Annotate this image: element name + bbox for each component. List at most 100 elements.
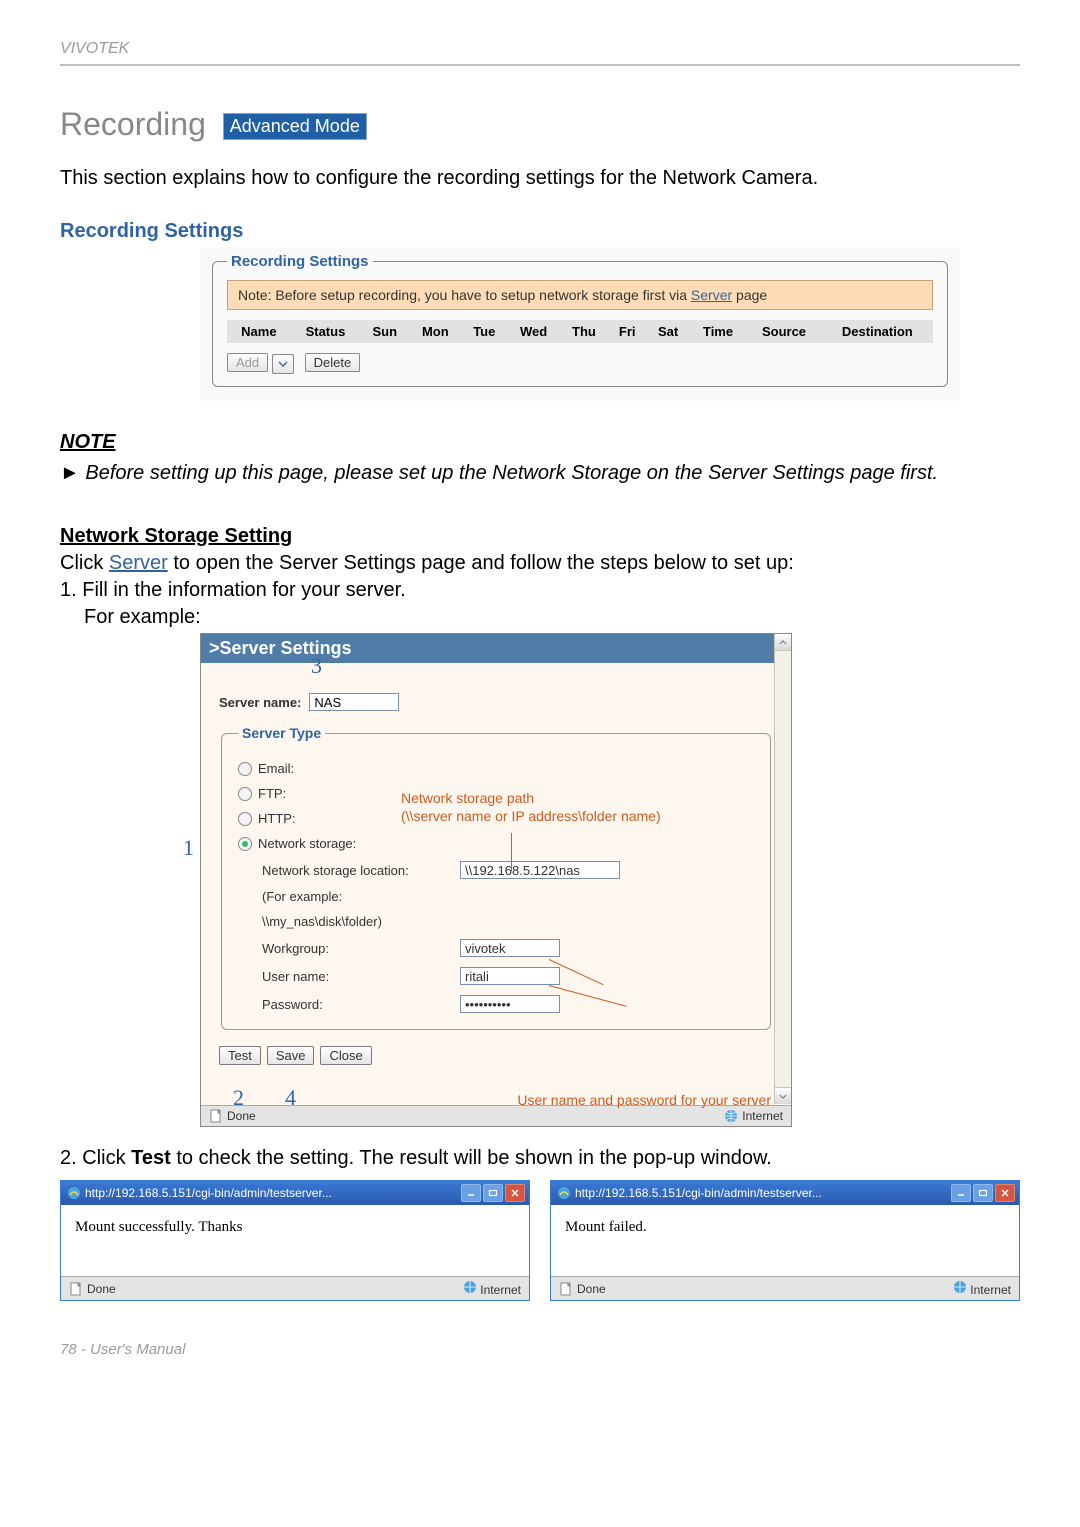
col-mon: Mon <box>409 320 461 343</box>
maximize-icon <box>488 1189 498 1197</box>
popup-comparison: http://192.168.5.151/cgi-bin/admin/tests… <box>60 1180 1020 1301</box>
radio-ns-row[interactable]: Network storage: <box>238 836 754 851</box>
anno-creds: User name and password for your server <box>517 1091 771 1109</box>
minimize-icon <box>466 1189 476 1197</box>
header-brand: VIVOTEK <box>60 40 1020 66</box>
ie-icon <box>67 1186 81 1200</box>
ns-location-input[interactable]: \\192.168.5.122\nas <box>460 861 620 879</box>
minimize-button[interactable] <box>461 1184 481 1202</box>
col-destination: Destination <box>822 320 933 343</box>
page-icon <box>69 1282 83 1296</box>
radio-icon <box>238 762 252 776</box>
ns-example-value: \\my_nas\disk\folder) <box>262 914 382 929</box>
close-button[interactable]: Close <box>320 1046 371 1065</box>
popup-failed-window: http://192.168.5.151/cgi-bin/admin/tests… <box>550 1180 1020 1301</box>
nss-line1-post: to open the Server Settings page and fol… <box>168 552 794 574</box>
close-icon <box>1000 1189 1010 1197</box>
status-done: Done <box>227 1109 256 1123</box>
popup-success-body: Mount successfully. Thanks <box>61 1205 529 1276</box>
section-title: Recording Advanced Mode <box>60 106 1020 143</box>
password-input[interactable]: •••••••••• <box>460 995 560 1013</box>
anno-path-l2: (\\server name or IP address\folder name… <box>401 808 661 824</box>
password-label: Password: <box>262 997 452 1012</box>
maximize-button[interactable] <box>483 1184 503 1202</box>
title-text: Recording <box>60 106 206 142</box>
note-prefix: Note: Before setup recording, you have t… <box>238 287 691 303</box>
col-tue: Tue <box>461 320 507 343</box>
ie-icon <box>557 1186 571 1200</box>
popup-status-zone-2: Internet <box>970 1283 1011 1297</box>
col-name: Name <box>227 320 291 343</box>
recording-note: Note: Before setup recording, you have t… <box>227 280 933 310</box>
server-settings-window: >Server Settings 3 Server name: NAS Serv… <box>200 633 792 1127</box>
chevron-up-icon <box>779 640 787 645</box>
ns-location-label: Network storage location: <box>262 863 452 878</box>
nss-line1: Click Server to open the Server Settings… <box>60 552 1020 575</box>
anno-path: Network storage path (\\server name or I… <box>401 789 661 825</box>
scroll-up-button[interactable] <box>775 634 791 651</box>
status-zone: Internet <box>742 1109 783 1123</box>
note-heading: NOTE <box>60 431 1020 454</box>
server-name-label: Server name: <box>219 695 301 710</box>
recording-settings-fieldset: Recording Settings Note: Before setup re… <box>212 253 948 387</box>
save-button[interactable]: Save <box>267 1046 315 1065</box>
close-icon <box>510 1189 520 1197</box>
maximize-button[interactable] <box>973 1184 993 1202</box>
server-type-fieldset: Server Type Email: FTP: HTTP: Network st… <box>221 725 771 1030</box>
minimize-icon <box>956 1189 966 1197</box>
col-time: Time <box>690 320 747 343</box>
note-marker: ► <box>60 462 80 484</box>
step2-pre: 2. Click <box>60 1147 131 1169</box>
add-button[interactable]: Add <box>227 353 268 372</box>
annotation-3: 3 <box>311 653 322 679</box>
popup-title-2: http://192.168.5.151/cgi-bin/admin/tests… <box>575 1186 822 1200</box>
mode-badge: Advanced Mode <box>223 113 367 140</box>
username-input[interactable]: ritali <box>460 967 560 985</box>
server-settings-header: >Server Settings <box>201 634 791 663</box>
radio-icon <box>238 812 252 826</box>
col-source: Source <box>746 320 821 343</box>
network-storage-heading: Network Storage Setting <box>60 525 1020 548</box>
anno-line <box>511 833 512 871</box>
delete-button[interactable]: Delete <box>305 353 361 372</box>
col-wed: Wed <box>507 320 560 343</box>
step2-post: to check the setting. The result will be… <box>171 1147 772 1169</box>
popup-statusbar: Done Internet <box>551 1276 1019 1300</box>
radio-ftp-label: FTP: <box>258 786 286 801</box>
maximize-icon <box>978 1189 988 1197</box>
server-link[interactable]: Server <box>691 287 732 303</box>
recording-settings-heading: Recording Settings <box>60 220 1020 243</box>
col-fri: Fri <box>608 320 646 343</box>
radio-email-row[interactable]: Email: <box>238 761 754 776</box>
workgroup-input[interactable]: vivotek <box>460 939 560 957</box>
page-footer: 78 - User's Manual <box>60 1341 1020 1358</box>
radio-http-label: HTTP: <box>258 811 296 826</box>
col-sun: Sun <box>360 320 409 343</box>
nss-forexample: For example: <box>84 606 1020 629</box>
recording-table: Name Status Sun Mon Tue Wed Thu Fri Sat … <box>227 320 933 343</box>
col-status: Status <box>291 320 361 343</box>
ns-example-label: (For example: <box>262 889 342 904</box>
note-suffix: page <box>732 287 767 303</box>
close-window-button[interactable] <box>995 1184 1015 1202</box>
password-row: Password: •••••••••• <box>262 995 754 1013</box>
server-name-input[interactable]: NAS <box>309 693 399 711</box>
anno-path-l1: Network storage path <box>401 790 534 806</box>
recording-button-row: Add Delete <box>227 353 933 374</box>
server-link-body[interactable]: Server <box>109 552 168 574</box>
minimize-button[interactable] <box>951 1184 971 1202</box>
workgroup-label: Workgroup: <box>262 941 452 956</box>
popup-title: http://192.168.5.151/cgi-bin/admin/tests… <box>85 1186 332 1200</box>
radio-email-label: Email: <box>258 761 294 776</box>
col-thu: Thu <box>560 320 608 343</box>
close-window-button[interactable] <box>505 1184 525 1202</box>
internet-icon <box>953 1280 967 1294</box>
page-icon <box>559 1282 573 1296</box>
intro-text: This section explains how to configure t… <box>60 167 1020 190</box>
workgroup-row: Workgroup: vivotek <box>262 939 754 957</box>
annotation-2: 2 <box>233 1085 244 1111</box>
add-dropdown[interactable] <box>272 354 294 374</box>
col-sat: Sat <box>646 320 689 343</box>
internet-icon <box>724 1109 738 1123</box>
test-button[interactable]: Test <box>219 1046 261 1065</box>
